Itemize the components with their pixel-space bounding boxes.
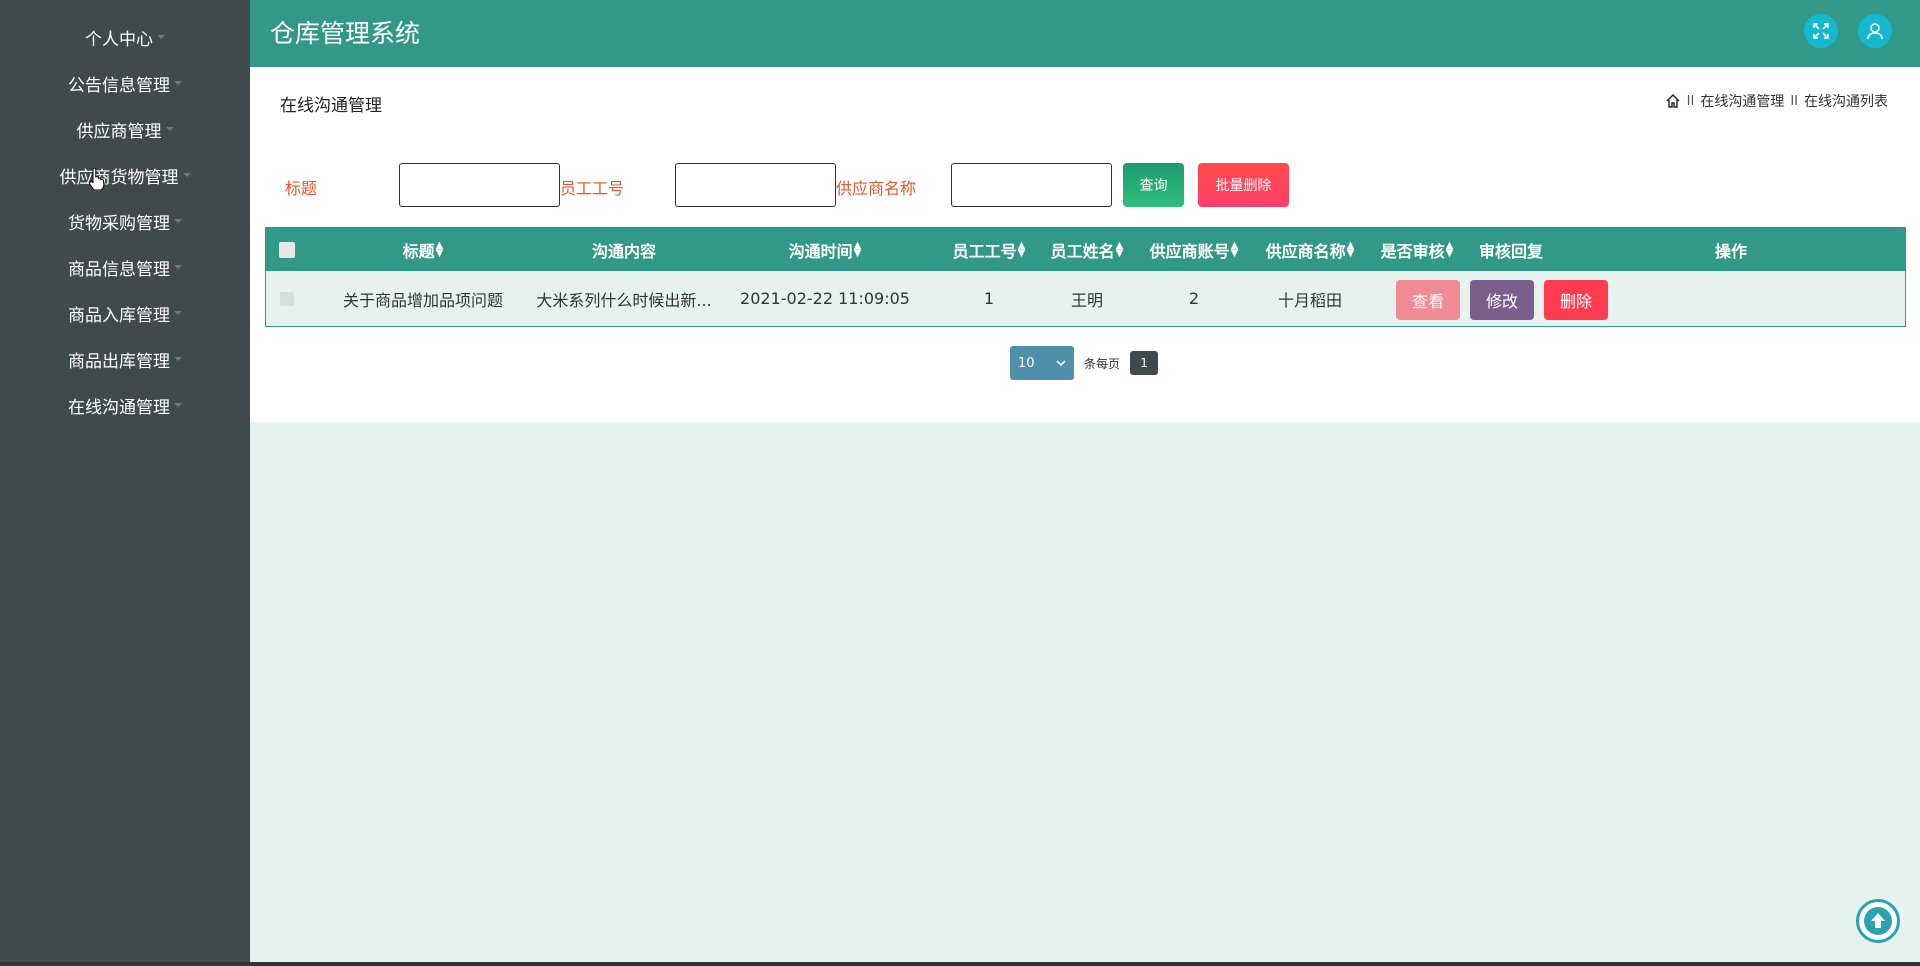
page-size-value: 10	[1018, 355, 1035, 371]
sidebar-item-label: 商品出库管理	[68, 351, 170, 372]
caret-down-icon	[174, 265, 182, 269]
col-supplier-account[interactable]: 供应商账号 ▲ ▼	[1136, 228, 1252, 271]
breadcrumb: II 在线沟通管理 II 在线沟通列表	[1665, 91, 1888, 111]
sidebar-item-label: 商品入库管理	[68, 305, 170, 326]
edit-button[interactable]: 修改	[1470, 280, 1534, 320]
hand-cursor-icon	[89, 168, 104, 190]
fullscreen-button[interactable]	[1804, 14, 1838, 48]
supplier-name-label: 供应商名称	[836, 179, 917, 198]
main-content: 在线沟通管理 II 在线沟通管理 II 在线沟通列表 标题 员工工号 供应商名称…	[250, 67, 1920, 422]
pagination: 10 条每页 1	[1010, 346, 1159, 380]
title-label: 标题	[285, 179, 318, 198]
col-review-reply: 审核回复	[1478, 241, 1543, 261]
arrow-up-icon	[1864, 907, 1892, 935]
sidebar-item-label: 个人中心	[85, 29, 153, 50]
top-header: 仓库管理系统	[250, 0, 1920, 67]
per-page-label: 条每页	[1084, 356, 1121, 371]
table-row: 关于商品增加品项问题 大米系列什么时候出新... 2021-02-22 11:0…	[266, 271, 1905, 326]
caret-down-icon	[174, 403, 182, 407]
app-title: 仓库管理系统	[270, 19, 421, 48]
breadcrumb-item[interactable]: 在线沟通管理	[1700, 91, 1784, 111]
supplier-name-input[interactable]	[951, 163, 1112, 207]
col-content: 沟通内容	[591, 241, 656, 261]
cell-supplier-name: 十月稻田	[1277, 290, 1342, 310]
caret-down-icon	[174, 357, 182, 361]
chat-table: 标题 ▲ ▼ 沟通内容 沟通时间 ▲ ▼ 员工工号 ▲ ▼ 员工姓名 ▲ ▼ 供应商账号 ▲ ▼ 供…	[265, 227, 1906, 327]
sidebar-item-suppliers[interactable]: 供应商管理	[0, 106, 250, 152]
col-supplier-name[interactable]: 供应商名称 ▲ ▼	[1252, 228, 1368, 271]
sidebar-item-label: 公告信息管理	[68, 75, 170, 96]
back-to-top-button[interactable]	[1856, 899, 1900, 943]
sidebar-item-label: 供应商管理	[76, 121, 162, 142]
cell-time: 2021-02-22 11:09:05	[740, 289, 910, 308]
emp-no-input[interactable]	[675, 163, 836, 207]
emp-no-label: 员工工号	[560, 179, 625, 198]
home-icon[interactable]	[1665, 93, 1681, 109]
batch-delete-button[interactable]: 批量删除	[1198, 163, 1289, 207]
sidebar-item-personal-center[interactable]: 个人中心	[0, 14, 250, 60]
select-all-checkbox[interactable]	[279, 241, 295, 258]
page-number-current[interactable]: 1	[1130, 351, 1159, 375]
row-select-cell	[266, 271, 308, 326]
sort-icon: ▲ ▼	[853, 239, 862, 259]
col-emp-name[interactable]: 员工姓名 ▲ ▼	[1038, 228, 1136, 271]
sort-icon: ▲ ▼	[1230, 239, 1239, 259]
caret-down-icon	[165, 127, 174, 131]
sidebar: 个人中心 公告信息管理 供应商管理 供应商货物管理 货物采购管理 商品信息管理 …	[0, 0, 250, 966]
col-time[interactable]: 沟通时间 ▲ ▼	[710, 228, 940, 271]
col-reviewed[interactable]: 是否审核 ▲ ▼	[1368, 228, 1466, 271]
sidebar-item-label: 商品信息管理	[68, 259, 170, 280]
sidebar-item-product-info[interactable]: 商品信息管理	[0, 244, 250, 290]
query-button[interactable]: 查询	[1123, 163, 1184, 207]
user-menu-button[interactable]	[1858, 14, 1892, 48]
breadcrumb-current: 在线沟通列表	[1804, 94, 1888, 110]
user-icon	[1867, 23, 1883, 40]
sort-icon: ▲ ▼	[1115, 239, 1124, 259]
select-all-cell	[266, 228, 308, 271]
sidebar-item-supplier-goods[interactable]: 供应商货物管理	[0, 152, 250, 198]
caret-down-icon	[174, 81, 182, 85]
page-title: 在线沟通管理	[280, 96, 382, 116]
sidebar-item-stock-out[interactable]: 商品出库管理	[0, 336, 250, 382]
table-header: 标题 ▲ ▼ 沟通内容 沟通时间 ▲ ▼ 员工工号 ▲ ▼ 员工姓名 ▲ ▼ 供应商账号 ▲ ▼ 供…	[266, 228, 1905, 271]
cell-emp-no: 1	[983, 289, 995, 308]
col-title[interactable]: 标题 ▲ ▼	[308, 228, 538, 271]
caret-down-icon	[182, 173, 191, 177]
sidebar-item-announcements[interactable]: 公告信息管理	[0, 60, 250, 106]
chevron-down-icon	[1056, 360, 1066, 367]
sort-icon: ▲ ▼	[1346, 239, 1355, 259]
sort-icon: ▲ ▼	[435, 239, 444, 259]
delete-button[interactable]: 删除	[1544, 280, 1608, 320]
cell-title: 关于商品增加品项问题	[342, 290, 503, 310]
sidebar-item-online-chat[interactable]: 在线沟通管理	[0, 382, 250, 428]
view-button[interactable]: 查看	[1396, 280, 1460, 320]
title-input[interactable]	[399, 163, 560, 207]
caret-down-icon	[157, 35, 165, 39]
breadcrumb-separator: II	[1790, 93, 1798, 109]
search-form: 标题 员工工号 供应商名称 查询 批量删除	[250, 163, 1920, 207]
expand-icon	[1813, 23, 1829, 39]
caret-down-icon	[174, 219, 182, 223]
sidebar-item-label: 货物采购管理	[68, 213, 170, 234]
sort-icon: ▲ ▼	[1017, 239, 1026, 259]
breadcrumb-separator: II	[1686, 93, 1695, 109]
cell-emp-name: 王明	[1070, 290, 1103, 310]
sidebar-item-label: 供应商货物管理	[59, 167, 179, 188]
sidebar-item-stock-in[interactable]: 商品入库管理	[0, 290, 250, 336]
sidebar-item-purchasing[interactable]: 货物采购管理	[0, 198, 250, 244]
cell-content: 大米系列什么时候出新...	[536, 290, 712, 310]
cell-supplier-account: 2	[1188, 289, 1200, 308]
caret-down-icon	[174, 311, 182, 315]
col-actions: 操作	[1714, 241, 1747, 261]
page-size-select[interactable]: 10	[1010, 346, 1074, 380]
sidebar-item-label: 在线沟通管理	[68, 397, 170, 418]
horizontal-scrollbar[interactable]	[0, 962, 1920, 966]
row-checkbox[interactable]	[280, 291, 294, 306]
col-emp-no[interactable]: 员工工号 ▲ ▼	[940, 228, 1038, 271]
sort-icon: ▲ ▼	[1445, 239, 1454, 259]
